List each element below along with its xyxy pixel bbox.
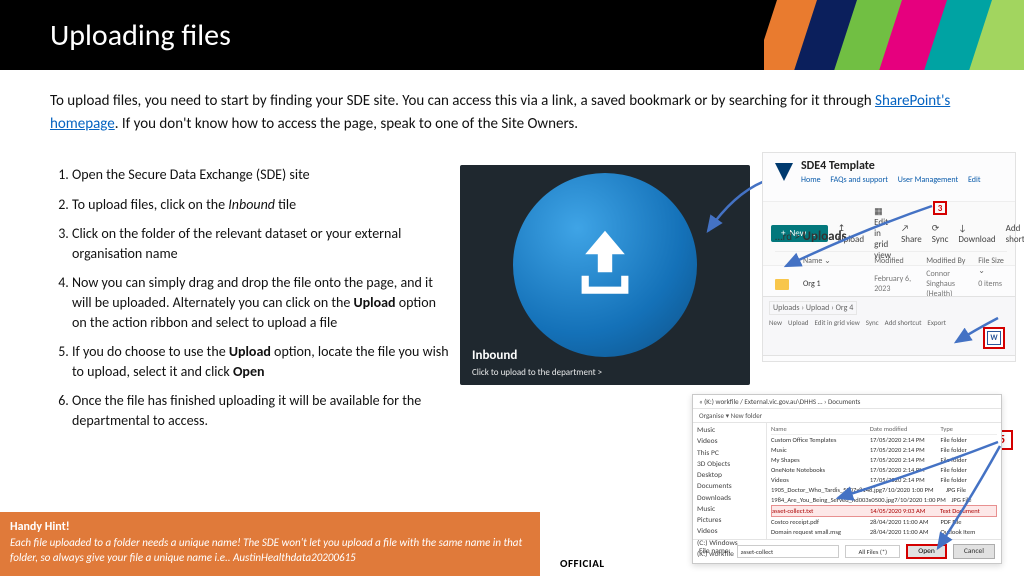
word-doc-icon: W [987, 331, 1001, 345]
file-row: Costco receipt.pdf28/04/2020 11:00 AMPDF… [771, 517, 997, 527]
step-5: If you do choose to use the Upload optio… [72, 342, 450, 381]
sp-download-button[interactable]: ↓ Download [958, 223, 995, 245]
file-open-dialog: « (K:) workfile / External.vic.gov.au\DH… [692, 394, 1002, 564]
steps-list: Open the Secure Data Exchange (SDE) site… [50, 165, 450, 441]
step-3: Click on the folder of the relevant data… [72, 224, 450, 263]
file-row: 1905_Doctor_Who_Tardis_5007x8148.jpg7/10… [771, 485, 997, 495]
file-dialog-toolbar: Organise ▾ New folder [693, 409, 1001, 423]
vic-logo-icon [773, 161, 795, 183]
slide: Uploading files To upload files, you nee… [0, 0, 1024, 576]
page-title: Uploading files [50, 17, 231, 54]
hint-title: Handy Hint! [10, 520, 530, 534]
sp-breadcrumb: …rd > Uploads [775, 229, 847, 244]
inbound-title: Inbound [472, 348, 517, 363]
sp-shortcut-button[interactable]: Add shortcut [1006, 223, 1024, 245]
step-4: Now you can simply drag and drop the fil… [72, 273, 450, 332]
file-row: Domain request small.msg28/04/2020 11:00… [771, 527, 997, 537]
file-row: OneNote Notebooks17/05/2020 2:14 PMFile … [771, 465, 997, 475]
file-row-selected[interactable]: asset-collect.txt14/05/2020 9:03 AMText … [771, 505, 997, 517]
ribbon-tools: NewUploadEdit in grid viewSyncAdd shortc… [769, 318, 1009, 327]
sp-nav-home[interactable]: Home [801, 175, 821, 185]
handy-hint-box: Handy Hint! Each file uploaded to a fold… [0, 512, 540, 576]
filetype-dropdown[interactable]: All Files (*) [845, 545, 900, 558]
inbound-tile[interactable]: Inbound Click to upload to the departmen… [460, 165, 750, 385]
sp-share-button[interactable]: ↗ Share [901, 223, 922, 245]
step-6: Once the file has finished uploading it … [72, 391, 450, 430]
sp-site-title: SDE4 Template [801, 159, 989, 173]
step-2: To upload files, click on the Inbound ti… [72, 195, 450, 215]
sp-ribbon-panel: Uploads › Upload › Org 4 NewUploadEdit i… [762, 296, 1016, 356]
file-dialog-list: NameDate modifiedType Custom Office Temp… [767, 423, 1001, 539]
sp-nav: Home FAQs and support User Management Ed… [801, 175, 989, 185]
ribbon-crumb: Uploads › Upload › Org 4 [769, 301, 857, 315]
callout-3: 3 [933, 201, 947, 215]
hint-body: Each file uploaded to a folder needs a u… [10, 536, 530, 566]
file-dialog-nav: MusicVideosThis PC 3D ObjectsDesktopDocu… [693, 423, 767, 539]
intro-before: To upload files, you need to start by fi… [50, 92, 875, 110]
cancel-button[interactable]: Cancel [953, 544, 995, 559]
file-dialog-path: « (K:) workfile / External.vic.gov.au\DH… [693, 395, 1001, 409]
file-row: Custom Office Templates17/05/2020 2:14 P… [771, 435, 997, 445]
upload-highlight-box: W [983, 327, 1005, 349]
sp-nav-faq[interactable]: FAQs and support [830, 175, 888, 185]
official-label: OFFICIAL [560, 557, 605, 570]
sp-nav-edit[interactable]: Edit [968, 175, 981, 185]
sp-brand: SDE4 Template Home FAQs and support User… [773, 159, 989, 185]
intro-paragraph: To upload files, you need to start by fi… [50, 90, 974, 135]
file-dialog-footer: File name: asset-collect All Files (*) O… [693, 539, 1001, 563]
intro-after: . If you don't know how to access the pa… [115, 115, 578, 133]
filename-label: File name: [699, 547, 731, 556]
sp-folder-row[interactable]: Org 1 February 6, 2023 Connor Singhaus (… [775, 269, 1007, 299]
file-row: Music17/05/2020 2:14 PMFile folder [771, 445, 997, 455]
open-button[interactable]: Open [906, 544, 947, 559]
file-row: Videos17/05/2020 2:14 PMFile folder [771, 475, 997, 485]
inbound-subtitle: Click to upload to the department > [472, 367, 602, 378]
file-row: My Shapes17/05/2020 2:14 PMFile folder [771, 455, 997, 465]
folder-icon [775, 279, 789, 290]
sp-sync-button[interactable]: ⟳ Sync [932, 223, 949, 245]
filename-input[interactable]: asset-collect [737, 545, 840, 558]
sp-nav-users[interactable]: User Management [898, 175, 958, 185]
brand-wedges [764, 0, 1024, 70]
step-1: Open the Secure Data Exchange (SDE) site [72, 165, 450, 185]
file-row: 1984_Are_You_Being_Served_hd003x0500.jpg… [771, 495, 997, 505]
upload-circle-icon [513, 173, 697, 357]
